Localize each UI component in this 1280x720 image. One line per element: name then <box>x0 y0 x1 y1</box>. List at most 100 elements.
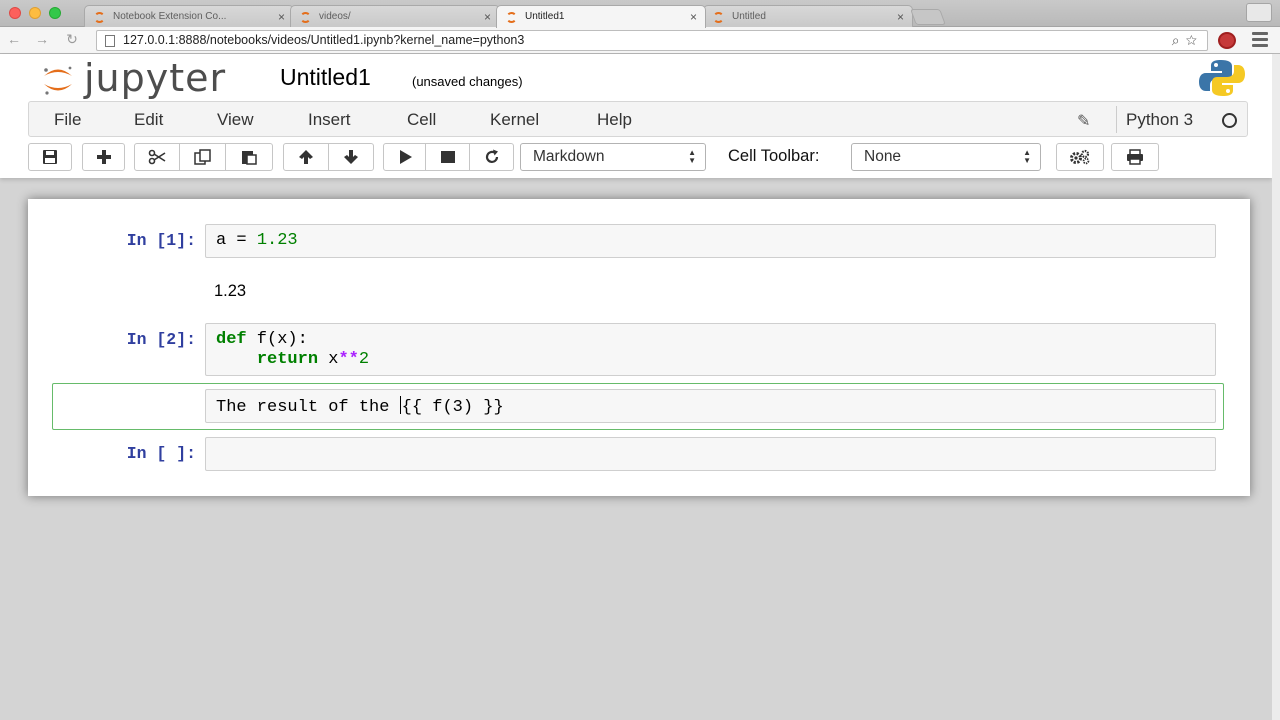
notebook-toolbar: Markdown ▲ ▼ Cell Toolbar: None ▲ ▼ <box>28 142 1248 172</box>
code-text: a = <box>216 231 257 250</box>
address-bar[interactable]: 127.0.0.1:8888/notebooks/videos/Untitled… <box>96 30 1208 51</box>
notebook-container: In [1]: a = 1.23 1.23 In [2]: def f(x): … <box>28 199 1250 496</box>
cell-toolbar-value: None <box>864 148 902 165</box>
browser-tab-untitled[interactable]: Untitled × <box>703 5 913 28</box>
page-scrollbar[interactable] <box>1272 54 1280 720</box>
jupyter-favicon-icon <box>713 12 724 23</box>
close-tab-icon[interactable]: × <box>278 6 285 28</box>
gears-icon <box>1070 149 1090 165</box>
tab-title: Untitled1 <box>525 11 565 22</box>
close-tab-icon[interactable]: × <box>690 6 697 28</box>
notebook-title[interactable]: Untitled1 <box>280 64 371 91</box>
code-text: x <box>318 350 339 369</box>
play-icon <box>399 150 412 164</box>
edit-mode-pencil-icon: ✎ <box>1077 113 1091 130</box>
browser-tab-strip: Notebook Extension Co... × videos/ × Unt… <box>0 0 1280 28</box>
code-keyword: return <box>256 350 319 369</box>
python-logo-icon <box>1199 60 1245 96</box>
markdown-text: The result of the <box>216 398 400 417</box>
address-bar-url: 127.0.0.1:8888/notebooks/videos/Untitled… <box>123 33 525 47</box>
code-cell-input[interactable]: def f(x): return x**2 <box>205 323 1216 376</box>
minimize-window-button[interactable] <box>29 7 41 19</box>
print-button[interactable] <box>1111 143 1159 171</box>
stop-icon <box>440 151 455 163</box>
jupyter-logo[interactable]: jupyter <box>40 56 260 100</box>
back-arrow-icon[interactable]: ← <box>4 31 24 47</box>
code-cell-input[interactable] <box>205 437 1216 471</box>
run-cell-button[interactable] <box>383 143 426 171</box>
jupyter-favicon-icon <box>506 12 517 23</box>
bookmark-star-icon[interactable]: ☆ <box>1186 32 1203 48</box>
kernel-idle-indicator-icon <box>1222 113 1237 128</box>
forward-arrow-icon[interactable]: → <box>32 31 52 47</box>
move-cell-up-button[interactable] <box>283 143 329 171</box>
cell-toolbar-label: Cell Toolbar: <box>728 147 820 165</box>
printer-icon <box>1127 149 1143 165</box>
paste-icon <box>242 151 257 165</box>
cell-prompt: In [1]: <box>126 231 196 250</box>
plus-icon <box>96 150 111 164</box>
code-keyword: def <box>216 330 247 349</box>
cell-prompt: In [2]: <box>126 330 196 349</box>
paste-cell-button[interactable] <box>226 143 273 171</box>
markdown-text: {{ f(3) }} <box>401 398 504 417</box>
menu-insert[interactable]: Insert <box>308 110 351 130</box>
notebook-header: jupyter Untitled1 (unsaved changes) File… <box>0 54 1272 178</box>
restart-icon <box>485 149 498 163</box>
menu-divider <box>1116 106 1117 133</box>
copy-icon <box>193 149 211 165</box>
tab-title: videos/ <box>319 11 351 22</box>
markdown-cell-input[interactable]: The result of the {{ f(3) }} <box>205 389 1216 423</box>
kernel-name: Python 3 <box>1126 110 1194 129</box>
select-arrows-icon: ▲ ▼ <box>688 148 696 165</box>
logo-text: jupyter <box>84 56 227 100</box>
user-profile-icon[interactable] <box>1246 3 1272 22</box>
code-operator: ** <box>338 350 359 369</box>
browser-toolbar: ← → ↻ 127.0.0.1:8888/notebooks/videos/Un… <box>0 27 1280 54</box>
save-floppy-icon <box>43 150 57 164</box>
code-text: f(x): <box>246 330 308 349</box>
interrupt-kernel-button[interactable] <box>426 143 470 171</box>
insert-cell-below-button[interactable] <box>82 143 125 171</box>
menu-file[interactable]: File <box>54 110 81 130</box>
code-cell-input[interactable]: a = 1.23 <box>205 224 1216 258</box>
menu-help[interactable]: Help <box>597 110 632 130</box>
cell-type-select[interactable]: Markdown ▲ ▼ <box>520 143 706 171</box>
code-number: 2 <box>358 350 370 369</box>
browser-tab-extension-config[interactable]: Notebook Extension Co... × <box>84 5 294 28</box>
text-cursor <box>399 396 401 414</box>
copy-cell-button[interactable] <box>180 143 226 171</box>
browser-tab-videos[interactable]: videos/ × <box>290 5 500 28</box>
browser-tab-untitled1[interactable]: Untitled1 × <box>496 5 706 28</box>
menu-view[interactable]: View <box>217 110 254 130</box>
arrow-down-icon <box>344 150 358 164</box>
extension-icon[interactable] <box>1218 32 1236 49</box>
code-number: 1.23 <box>256 231 298 250</box>
zoom-magnifier-icon[interactable]: ⌕ <box>1172 32 1186 48</box>
cut-cell-button[interactable] <box>134 143 180 171</box>
close-tab-icon[interactable]: × <box>897 6 904 28</box>
page-icon <box>105 35 115 47</box>
close-window-button[interactable] <box>9 7 21 19</box>
cell-toolbar-select[interactable]: None ▲ ▼ <box>851 143 1041 171</box>
tab-title: Notebook Extension Co... <box>113 11 227 22</box>
tab-title: Untitled <box>732 11 766 22</box>
save-button[interactable] <box>28 143 72 171</box>
menu-kernel[interactable]: Kernel <box>490 110 539 130</box>
move-cell-down-button[interactable] <box>329 143 374 171</box>
cell-type-value: Markdown <box>533 148 605 165</box>
cell-prompt: In [ ]: <box>126 444 196 463</box>
new-tab-button[interactable] <box>910 9 946 25</box>
menu-edit[interactable]: Edit <box>134 110 163 130</box>
restart-kernel-button[interactable] <box>470 143 514 171</box>
menu-cell[interactable]: Cell <box>407 110 436 130</box>
command-palette-button[interactable] <box>1056 143 1104 171</box>
reload-icon[interactable]: ↻ <box>62 31 82 48</box>
arrow-up-icon <box>299 150 313 164</box>
jupyter-logo-icon <box>44 66 72 95</box>
zoom-window-button[interactable] <box>49 7 61 19</box>
menu-bar: File Edit View Insert Cell Kernel Help ✎… <box>28 101 1248 137</box>
close-tab-icon[interactable]: × <box>484 6 491 28</box>
scissors-icon <box>148 149 166 165</box>
browser-menu-icon[interactable] <box>1252 32 1268 48</box>
